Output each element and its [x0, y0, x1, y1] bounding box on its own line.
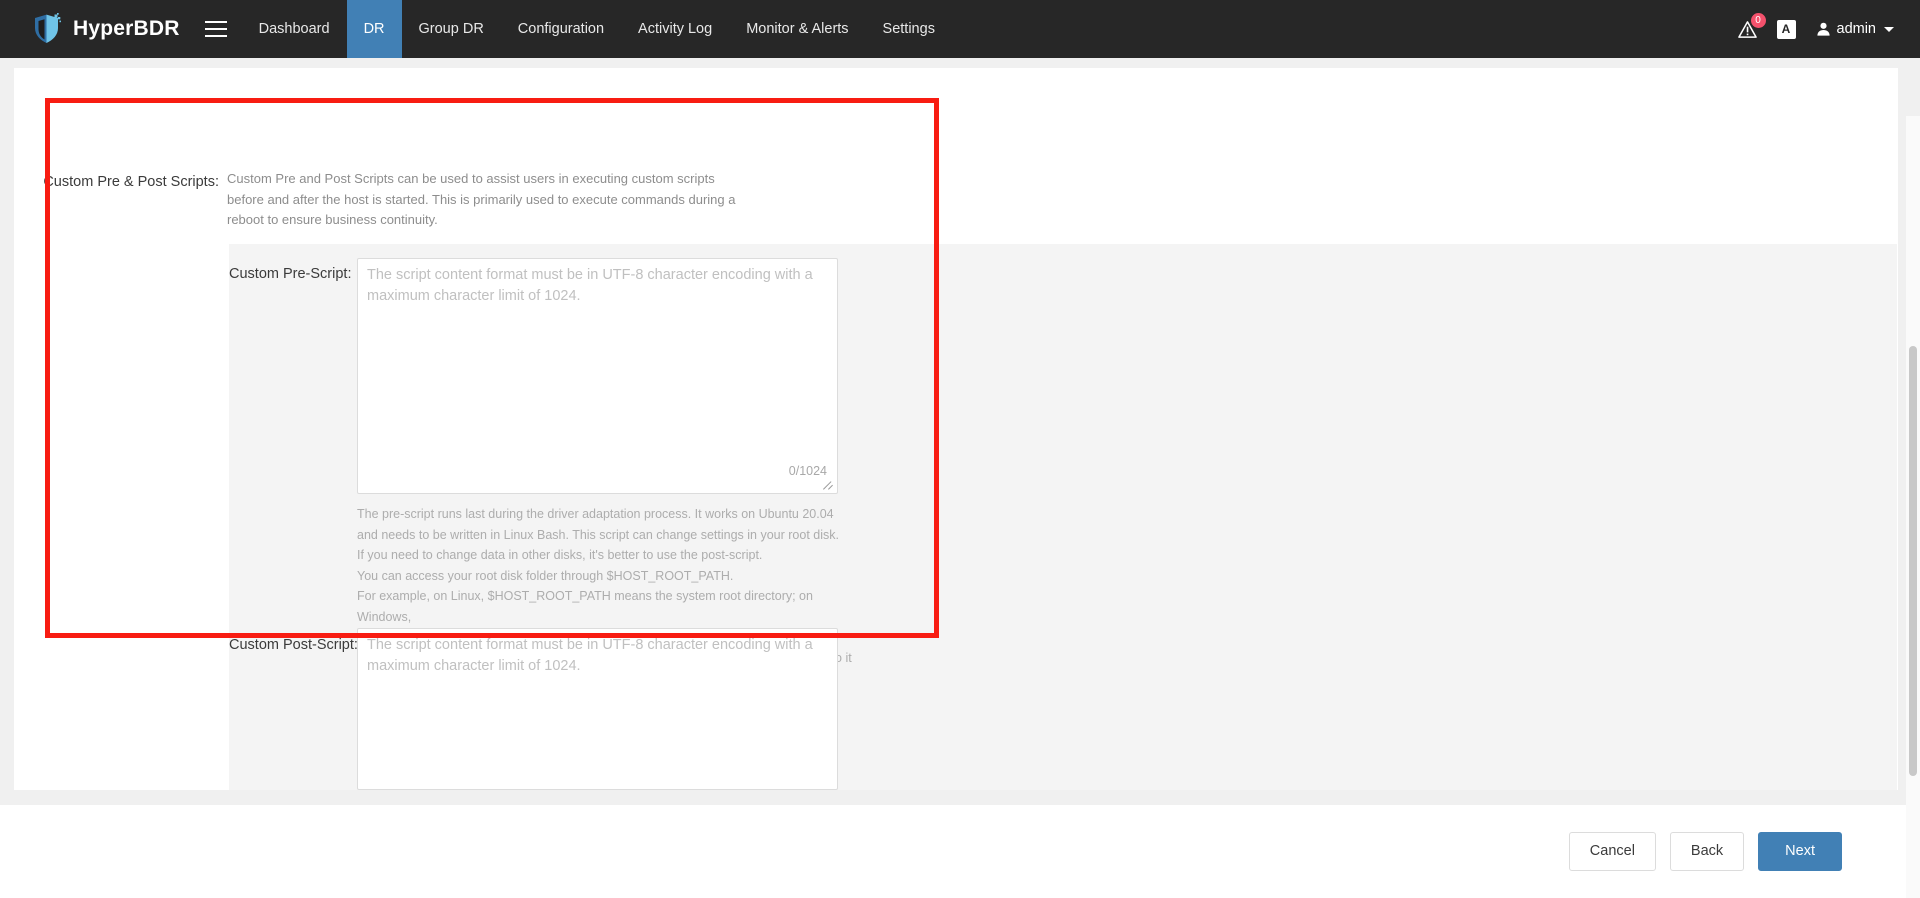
- nav-item-monitor-alerts[interactable]: Monitor & Alerts: [729, 0, 865, 58]
- hamburger-bar: [205, 35, 227, 37]
- top-navigation-bar: HyperBDR Dashboard DR Group DR Configura…: [0, 0, 1920, 58]
- hamburger-bar: [205, 28, 227, 30]
- page-body: Custom Pre & Post Scripts: Custom Pre an…: [0, 58, 1920, 840]
- user-name-label: admin: [1837, 21, 1877, 37]
- pre-script-textarea[interactable]: The script content format must be in UTF…: [357, 258, 838, 494]
- alerts-button[interactable]: 0: [1738, 20, 1757, 39]
- pre-script-char-counter: 0/1024: [789, 464, 827, 478]
- pre-script-resize-handle[interactable]: [823, 479, 835, 491]
- main-navigation: Dashboard DR Group DR Configuration Acti…: [242, 0, 952, 58]
- nav-item-dr[interactable]: DR: [347, 0, 402, 58]
- post-script-label: Custom Post-Script:: [229, 637, 339, 653]
- hamburger-bar: [205, 21, 227, 23]
- page-scrollbar-thumb[interactable]: [1909, 346, 1917, 776]
- nav-item-settings[interactable]: Settings: [866, 0, 952, 58]
- post-script-placeholder: The script content format must be in UTF…: [367, 635, 825, 677]
- post-script-textarea[interactable]: The script content format must be in UTF…: [357, 628, 838, 790]
- wizard-step-card: Custom Pre & Post Scripts: Custom Pre an…: [14, 68, 1898, 790]
- user-menu[interactable]: admin: [1816, 21, 1895, 37]
- shield-logo-icon: [32, 13, 62, 45]
- user-avatar-icon: [1816, 21, 1831, 37]
- brand-name: HyperBDR: [73, 17, 180, 41]
- language-switch-button[interactable]: A: [1777, 20, 1796, 39]
- nav-item-activity-log[interactable]: Activity Log: [621, 0, 729, 58]
- nav-item-dashboard[interactable]: Dashboard: [242, 0, 347, 58]
- alerts-badge-count: 0: [1751, 13, 1766, 28]
- top-bar-right-actions: 0 A admin: [1738, 0, 1920, 58]
- custom-scripts-section-description: Custom Pre and Post Scripts can be used …: [227, 169, 747, 231]
- language-switch-icon: A: [1777, 20, 1796, 39]
- page-scrollbar-track[interactable]: [1906, 116, 1920, 898]
- hamburger-menu-icon[interactable]: [190, 0, 242, 58]
- nav-item-group-dr[interactable]: Group DR: [402, 0, 501, 58]
- brand-logo-area[interactable]: HyperBDR: [0, 0, 190, 58]
- pre-script-placeholder: The script content format must be in UTF…: [367, 265, 825, 307]
- next-button[interactable]: Next: [1758, 832, 1842, 871]
- wizard-footer: Cancel Back Next: [0, 805, 1920, 898]
- chevron-down-icon: [1884, 27, 1894, 32]
- scripts-subpanel: Custom Pre-Script: The script content fo…: [229, 244, 1897, 790]
- nav-item-configuration[interactable]: Configuration: [501, 0, 621, 58]
- wizard-footer-actions: Cancel Back Next: [1569, 832, 1842, 871]
- pre-script-label: Custom Pre-Script:: [229, 266, 339, 282]
- custom-scripts-section-label: Custom Pre & Post Scripts:: [14, 174, 219, 190]
- back-button[interactable]: Back: [1670, 832, 1744, 871]
- cancel-button[interactable]: Cancel: [1569, 832, 1656, 871]
